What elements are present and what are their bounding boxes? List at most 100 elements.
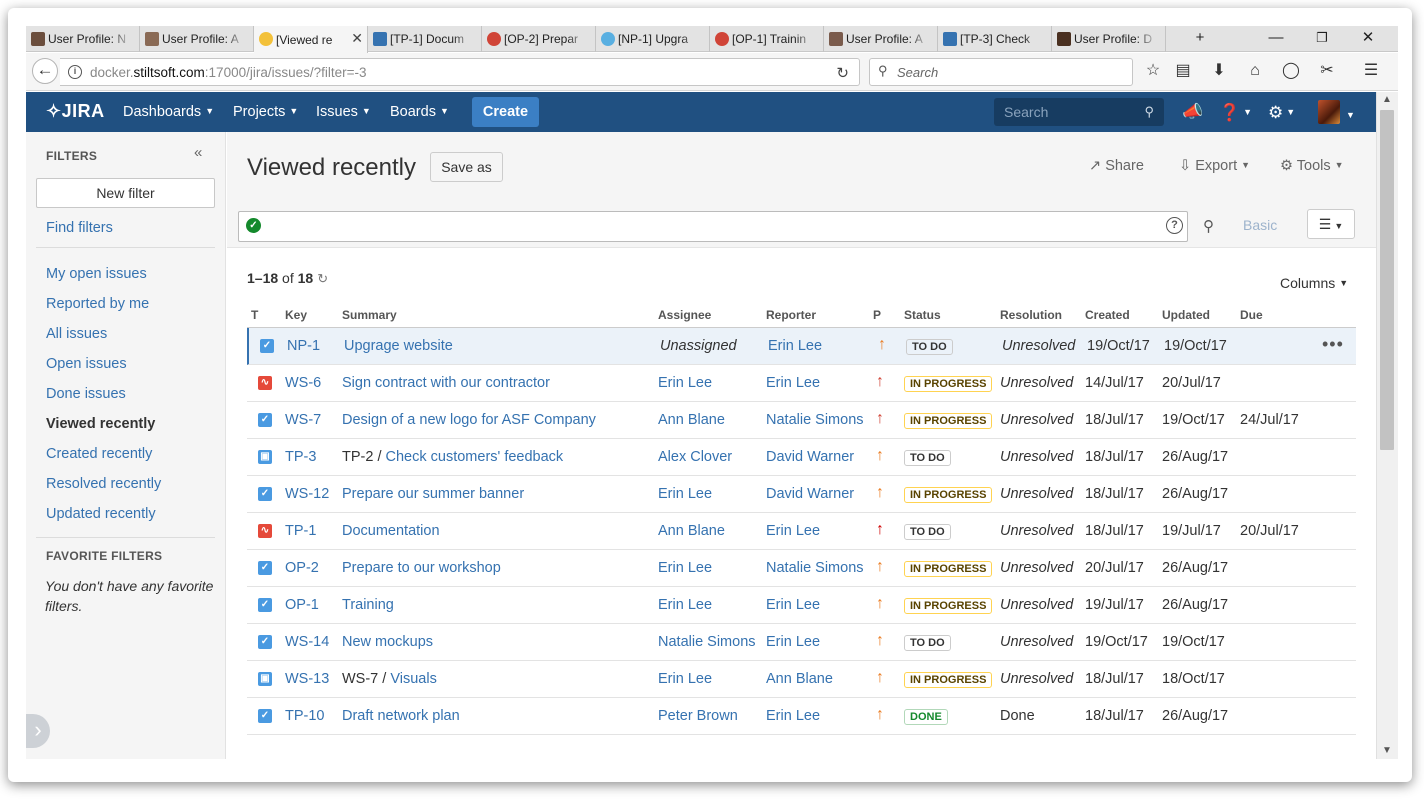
assignee[interactable]: Natalie Simons [658, 634, 756, 650]
column-header[interactable]: Status [904, 308, 941, 322]
issue-key-link[interactable]: NP-1 [287, 338, 320, 354]
scroll-down-arrow-icon[interactable]: ▼ [1382, 745, 1392, 756]
reporter-link[interactable]: Natalie Simons [766, 560, 864, 576]
jql-help-icon[interactable]: ? [1166, 217, 1183, 234]
screenshot-icon[interactable]: ✂ [1316, 61, 1338, 83]
column-header[interactable]: P [873, 308, 881, 322]
issue-summary-link[interactable]: Design of a new logo for ASF Company [342, 412, 596, 428]
reporter-link[interactable]: David Warner [766, 449, 854, 465]
reporter-link[interactable]: Erin Lee [766, 375, 820, 391]
menu-icon[interactable]: ☰ [1360, 61, 1382, 83]
issue-summary-link[interactable]: Draft network plan [342, 708, 460, 724]
avatar-chevron-down-icon[interactable]: ▼ [1346, 105, 1355, 125]
create-button[interactable]: Create [472, 97, 539, 127]
table-row[interactable]: ▣ TP-3 TP-2 / Check customers' feedback Ale… [247, 439, 1356, 476]
reload-icon[interactable]: ↻ [836, 64, 849, 82]
reporter-link[interactable]: Erin Lee [766, 597, 820, 613]
column-header[interactable]: Resolution [1000, 308, 1062, 322]
settings-gear-icon[interactable]: ⚙ ▼ [1268, 102, 1295, 123]
search-icon[interactable]: ⚲ [1203, 217, 1214, 235]
sidebar-filter-link[interactable]: My open issues [46, 266, 147, 282]
row-actions-more-icon[interactable]: ••• [1322, 334, 1344, 355]
issue-key-link[interactable]: WS-12 [285, 486, 329, 502]
reading-list-icon[interactable]: ▤ [1172, 61, 1194, 83]
jira-search-input[interactable]: Search ⚲ [994, 98, 1164, 126]
restore-button[interactable]: ❐ [1300, 26, 1344, 52]
save-as-button[interactable]: Save as [430, 152, 503, 182]
pocket-icon[interactable]: ◯ [1280, 61, 1302, 83]
reporter-link[interactable]: David Warner [766, 486, 854, 502]
assignee[interactable]: Erin Lee [658, 597, 712, 613]
issue-key-link[interactable]: OP-1 [285, 597, 319, 613]
table-row[interactable]: ✓ OP-1 Training Erin Lee Erin Lee ↑ IN PROGRES… [247, 587, 1356, 624]
issue-key-link[interactable]: OP-2 [285, 560, 319, 576]
jira-logo[interactable]: ✧JIRA [46, 101, 105, 122]
bookmark-star-icon[interactable]: ☆ [1142, 61, 1164, 83]
user-avatar[interactable] [1318, 100, 1340, 124]
column-header[interactable]: Due [1240, 308, 1263, 322]
table-row[interactable]: ▣ WS-13 WS-7 / Visuals Erin Lee Ann Blane ↑ IN… [247, 661, 1356, 698]
table-row[interactable]: ✓ WS-14 New mockups Natalie Simons Erin Lee ↑… [247, 624, 1356, 661]
browser-tab[interactable]: User Profile: D [1052, 26, 1166, 52]
column-header[interactable]: Assignee [658, 308, 711, 322]
close-tab-icon[interactable]: ✕ [351, 30, 363, 47]
issue-summary-link[interactable]: Prepare to our workshop [342, 560, 501, 576]
basic-search-link[interactable]: Basic [1243, 217, 1277, 233]
reporter-link[interactable]: Erin Lee [766, 708, 820, 724]
nav-dashboards[interactable]: Dashboards ▼ [123, 104, 214, 120]
sidebar-filter-link[interactable]: Viewed recently [46, 416, 155, 432]
new-tab-button[interactable]: + [1178, 26, 1222, 52]
issue-key-link[interactable]: WS-6 [285, 375, 321, 391]
reporter-link[interactable]: Natalie Simons [766, 412, 864, 428]
issue-summary-link[interactable]: Training [342, 597, 394, 613]
export-button[interactable]: ⇩ Export ▼ [1179, 158, 1250, 174]
expand-arrow-icon[interactable]: › [26, 714, 50, 748]
browser-search-box[interactable]: ⚲ Search [869, 58, 1133, 86]
jql-input[interactable]: ✓ ? [238, 211, 1188, 242]
issue-key-link[interactable]: WS-13 [285, 671, 329, 687]
reporter-link[interactable]: Erin Lee [766, 523, 820, 539]
assignee[interactable]: Ann Blane [658, 523, 725, 539]
browser-tab[interactable]: User Profile: A [140, 26, 254, 52]
sidebar-filter-link[interactable]: Resolved recently [46, 476, 161, 492]
issue-summary-link[interactable]: Sign contract with our contractor [342, 375, 550, 391]
issue-summary-link[interactable]: Check customers' feedback [386, 449, 564, 465]
download-icon[interactable]: ⬇ [1208, 61, 1230, 83]
nav-boards[interactable]: Boards ▼ [390, 104, 449, 120]
browser-tab[interactable]: [Viewed re ✕ [254, 26, 368, 53]
browser-tab[interactable]: [OP-1] Trainin [710, 26, 824, 52]
parent-issue-link[interactable]: WS-7 [342, 671, 378, 687]
column-header[interactable]: Summary [342, 308, 397, 322]
refresh-icon[interactable]: ↻ [317, 271, 328, 286]
nav-projects[interactable]: Projects ▼ [233, 104, 298, 120]
browser-tab[interactable]: User Profile: A [824, 26, 938, 52]
tools-button[interactable]: ⚙ Tools ▼ [1280, 158, 1344, 174]
table-row[interactable]: ∿ TP-1 Documentation Ann Blane Erin Lee ↑ TO D… [247, 513, 1356, 550]
browser-tab[interactable]: [TP-3] Check [938, 26, 1052, 52]
sidebar-filter-link[interactable]: Done issues [46, 386, 126, 402]
collapse-sidebar-icon[interactable]: « [194, 144, 202, 161]
column-header[interactable]: T [251, 308, 258, 322]
issue-summary-link[interactable]: New mockups [342, 634, 433, 650]
parent-issue-link[interactable]: TP-2 [342, 449, 373, 465]
find-filters-link[interactable]: Find filters [46, 220, 113, 236]
nav-issues[interactable]: Issues ▼ [316, 104, 371, 120]
layout-list-button[interactable]: ☰ ▼ [1307, 209, 1355, 239]
browser-tab[interactable]: [TP-1] Docum [368, 26, 482, 52]
browser-tab[interactable]: [OP-2] Prepar [482, 26, 596, 52]
sidebar-filter-link[interactable]: Created recently [46, 446, 152, 462]
reporter-link[interactable]: Erin Lee [766, 634, 820, 650]
reporter-link[interactable]: Erin Lee [768, 338, 822, 354]
address-bar[interactable]: i docker.stiltsoft.com:17000/jira/issues… [60, 58, 860, 86]
sidebar-filter-link[interactable]: Open issues [46, 356, 127, 372]
issue-summary-link[interactable]: Visuals [390, 671, 436, 687]
sidebar-filter-link[interactable]: All issues [46, 326, 107, 342]
assignee[interactable]: Erin Lee [658, 560, 712, 576]
columns-button[interactable]: Columns ▼ [1280, 275, 1348, 291]
assignee[interactable]: Erin Lee [658, 375, 712, 391]
assignee[interactable]: Erin Lee [658, 671, 712, 687]
info-icon[interactable]: i [68, 65, 82, 79]
column-header[interactable]: Key [285, 308, 307, 322]
table-row[interactable]: ✓ WS-12 Prepare our summer banner Erin Lee D… [247, 476, 1356, 513]
assignee[interactable]: Peter Brown [658, 708, 738, 724]
